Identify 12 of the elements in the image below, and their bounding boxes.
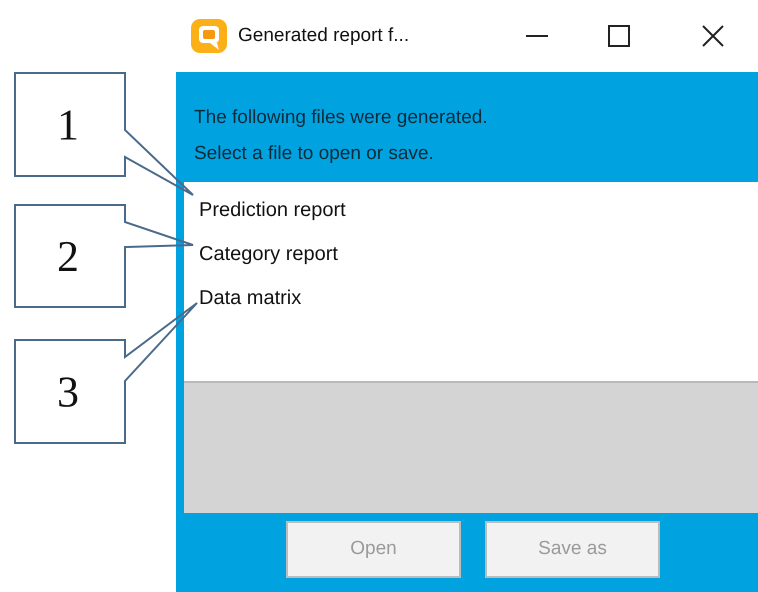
window-title: Generated report f... (238, 24, 410, 48)
instruction-text: The following files were generated. (194, 106, 489, 130)
close-icon[interactable] (702, 25, 724, 47)
file-list-item[interactable]: Data matrix (184, 276, 758, 320)
maximize-icon[interactable] (608, 25, 630, 47)
file-list-item[interactable]: Category report (184, 232, 758, 276)
instruction-text: Select a file to open or save. (194, 142, 435, 166)
app-icon (190, 18, 228, 54)
callout-number: 1 (57, 100, 79, 150)
file-list-item[interactable]: Prediction report (184, 188, 758, 232)
callout-number: 3 (57, 368, 79, 416)
callout-number: 2 (57, 232, 79, 281)
